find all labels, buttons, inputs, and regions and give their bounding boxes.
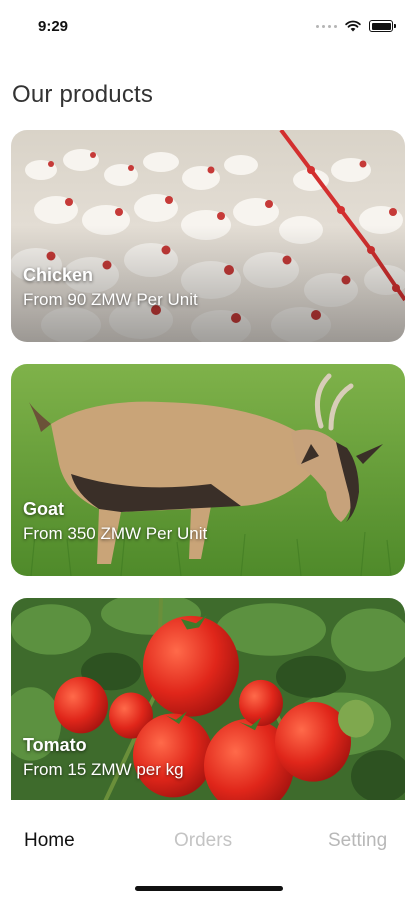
product-card-chicken[interactable]: Chicken From 90 ZMW Per Unit	[11, 130, 405, 342]
product-card-tomato[interactable]: Tomato From 15 ZMW per kg	[11, 598, 405, 800]
tab-setting[interactable]: Setting	[328, 830, 387, 852]
home-indicator	[135, 886, 283, 891]
goat-image	[11, 364, 405, 576]
tab-home[interactable]: Home	[24, 830, 75, 852]
product-card-text: Tomato From 15 ZMW per kg	[23, 735, 184, 780]
wifi-icon	[345, 20, 361, 32]
product-name: Tomato	[23, 735, 87, 755]
status-icons	[316, 20, 396, 32]
bottom-nav: Home Orders Setting	[0, 800, 415, 900]
product-name: Chicken	[23, 265, 94, 285]
status-bar: 9:29	[0, 0, 415, 52]
status-time: 9:29	[38, 18, 69, 35]
product-price: From 15 ZMW per kg	[23, 760, 184, 779]
product-price: From 350 ZMW Per Unit	[23, 524, 208, 543]
product-card-goat[interactable]: Goat From 350 ZMW Per Unit	[11, 364, 405, 576]
signal-dots-icon	[316, 24, 337, 28]
product-name: Goat	[23, 499, 65, 519]
page-title: Our products	[12, 81, 154, 108]
product-price: From 90 ZMW Per Unit	[23, 290, 198, 309]
product-card-text: Chicken From 90 ZMW Per Unit	[23, 265, 198, 310]
battery-icon	[369, 20, 396, 32]
product-card-text: Goat From 350 ZMW Per Unit	[23, 499, 207, 544]
tab-orders[interactable]: Orders	[174, 830, 232, 852]
chicken-image	[11, 130, 405, 342]
